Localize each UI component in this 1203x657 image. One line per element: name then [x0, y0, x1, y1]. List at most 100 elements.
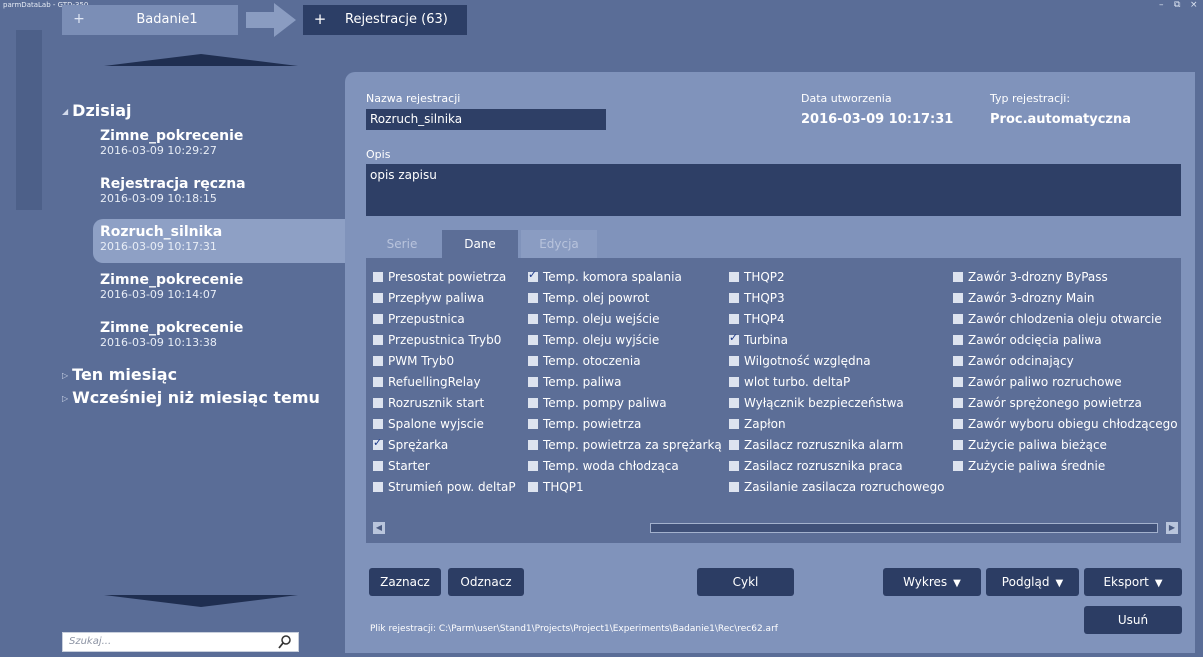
channel-checkbox-item[interactable]: Temp. paliwa	[528, 375, 621, 389]
delete-button[interactable]: Usuń	[1084, 606, 1182, 634]
tab-edycja[interactable]: Edycja	[521, 230, 597, 258]
checkbox[interactable]	[528, 377, 538, 387]
cycle-button[interactable]: Cykl	[697, 568, 794, 596]
checkbox-checked[interactable]	[729, 331, 739, 345]
checkbox[interactable]	[729, 440, 739, 450]
channel-checkbox-item[interactable]: Zużycie paliwa bieżące	[953, 438, 1107, 452]
checkbox[interactable]	[528, 335, 538, 345]
channel-checkbox-item[interactable]: Zawór chlodzenia oleju otwarcie	[953, 312, 1162, 326]
checkbox[interactable]	[953, 461, 963, 471]
checkbox[interactable]	[729, 356, 739, 366]
tab-dane[interactable]: Dane	[442, 230, 518, 258]
checkbox[interactable]	[528, 356, 538, 366]
channel-checkbox-item[interactable]: Zawór odcięcia paliwa	[953, 333, 1102, 347]
project-tab[interactable]: Badanie1	[96, 5, 238, 35]
channel-checkbox-item[interactable]: Zawór sprężonego powietrza	[953, 396, 1142, 410]
channel-checkbox-item[interactable]: Temp. oleju wyjście	[528, 333, 659, 347]
description-field[interactable]: opis zapisu	[366, 164, 1181, 216]
checkbox[interactable]	[373, 482, 383, 492]
channel-checkbox-item[interactable]: Zasilacz rozrusznika praca	[729, 459, 903, 473]
channel-checkbox-item[interactable]: Presostat powietrza	[373, 270, 506, 284]
checkbox[interactable]	[729, 482, 739, 492]
checkbox[interactable]	[373, 293, 383, 303]
group-older[interactable]: ▷ Wcześniej niż miesiąc temu	[62, 388, 320, 407]
chart-dropdown-button[interactable]: Wykres ▼	[883, 568, 981, 596]
checkbox[interactable]	[373, 272, 383, 282]
checkbox[interactable]	[729, 272, 739, 282]
search-input[interactable]: Szukaj...	[69, 636, 111, 647]
list-item[interactable]: Zimne_pokrecenie 2016-03-09 10:29:27	[100, 128, 243, 157]
channel-checkbox-item[interactable]: Sprężarka	[373, 436, 448, 452]
checkbox[interactable]	[528, 293, 538, 303]
channel-checkbox-item[interactable]: Temp. powietrza	[528, 417, 641, 431]
close-button[interactable]: ×	[1190, 0, 1198, 11]
channel-checkbox-item[interactable]: Zapłon	[729, 417, 786, 431]
search-box[interactable]: Szukaj...	[62, 632, 299, 652]
checkbox[interactable]	[528, 314, 538, 324]
add-registration-button[interactable]: +	[303, 5, 337, 35]
scroll-left-icon[interactable]: ◀	[373, 522, 385, 534]
scroll-down-icon[interactable]	[104, 595, 298, 607]
list-item[interactable]: Zimne_pokrecenie 2016-03-09 10:13:38	[100, 320, 243, 349]
list-item-selected[interactable]: Rozruch_silnika 2016-03-09 10:17:31	[100, 224, 222, 253]
channel-checkbox-item[interactable]: Starter	[373, 459, 430, 473]
checkbox[interactable]	[373, 335, 383, 345]
channel-checkbox-item[interactable]: Zużycie paliwa średnie	[953, 459, 1105, 473]
channel-checkbox-item[interactable]: Przepływ paliwa	[373, 291, 484, 305]
checkbox-checked[interactable]	[528, 268, 538, 282]
channel-checkbox-item[interactable]: Temp. olej powrot	[528, 291, 649, 305]
channel-checkbox-item[interactable]: Turbina	[729, 331, 788, 347]
channel-checkbox-item[interactable]: Temp. komora spalania	[528, 268, 682, 284]
checkbox[interactable]	[373, 314, 383, 324]
channel-checkbox-item[interactable]: Temp. oleju wejście	[528, 312, 660, 326]
channel-checkbox-item[interactable]: RefuellingRelay	[373, 375, 481, 389]
channel-checkbox-item[interactable]: PWM Tryb0	[373, 354, 454, 368]
maximize-button[interactable]: ⧉	[1174, 0, 1180, 11]
channel-checkbox-item[interactable]: Wyłącznik bezpieczeństwa	[729, 396, 904, 410]
minimize-button[interactable]: –	[1159, 0, 1164, 11]
checkbox[interactable]	[373, 356, 383, 366]
channel-checkbox-item[interactable]: Temp. woda chłodząca	[528, 459, 679, 473]
channel-checkbox-item[interactable]: Temp. otoczenia	[528, 354, 641, 368]
checkbox[interactable]	[373, 398, 383, 408]
checkbox[interactable]	[729, 314, 739, 324]
add-project-button[interactable]: +	[62, 5, 96, 35]
channel-checkbox-item[interactable]: Rozrusznik start	[373, 396, 484, 410]
channel-checkbox-item[interactable]: Zawór 3-drozny Main	[953, 291, 1095, 305]
channel-checkbox-item[interactable]: Zawór 3-drozny ByPass	[953, 270, 1108, 284]
preview-dropdown-button[interactable]: Podgląd ▼	[986, 568, 1079, 596]
channel-checkbox-item[interactable]: Przepustnica Tryb0	[373, 333, 501, 347]
checkbox[interactable]	[373, 419, 383, 429]
export-dropdown-button[interactable]: Eksport ▼	[1084, 568, 1182, 596]
scrollbar-thumb[interactable]	[650, 523, 1158, 533]
checkbox[interactable]	[953, 377, 963, 387]
channel-checkbox-item[interactable]: THQP2	[729, 270, 785, 284]
list-item[interactable]: Zimne_pokrecenie 2016-03-09 10:14:07	[100, 272, 243, 301]
checkbox[interactable]	[528, 419, 538, 429]
checkbox[interactable]	[528, 440, 538, 450]
channel-checkbox-item[interactable]: wlot turbo. deltaP	[729, 375, 850, 389]
checkbox[interactable]	[953, 398, 963, 408]
checkbox[interactable]	[729, 461, 739, 471]
checkbox[interactable]	[373, 377, 383, 387]
channel-checkbox-item[interactable]: Zawór paliwo rozruchowe	[953, 375, 1122, 389]
checkbox[interactable]	[953, 314, 963, 324]
channel-checkbox-item[interactable]: Temp. powietrza za sprężarką	[528, 438, 722, 452]
tab-serie[interactable]: Serie	[366, 230, 438, 258]
channel-checkbox-item[interactable]: Strumień pow. deltaP	[373, 480, 516, 494]
checkbox[interactable]	[528, 482, 538, 492]
checkbox[interactable]	[953, 335, 963, 345]
scroll-right-icon[interactable]: ▶	[1166, 522, 1178, 534]
select-all-button[interactable]: Zaznacz	[369, 568, 441, 596]
scroll-up-icon[interactable]	[104, 54, 298, 66]
checkbox[interactable]	[953, 419, 963, 429]
registrations-tab[interactable]: Rejestracje (63)	[337, 5, 467, 35]
channel-checkbox-item[interactable]: Temp. pompy paliwa	[528, 396, 667, 410]
channel-checkbox-item[interactable]: Zawór wyboru obiegu chłodzącego	[953, 417, 1178, 431]
list-item[interactable]: Rejestracja ręczna 2016-03-09 10:18:15	[100, 176, 246, 205]
checkbox[interactable]	[528, 398, 538, 408]
channel-checkbox-item[interactable]: Przepustnica	[373, 312, 465, 326]
checkbox[interactable]	[729, 419, 739, 429]
channel-checkbox-item[interactable]: THQP3	[729, 291, 785, 305]
checkbox[interactable]	[953, 356, 963, 366]
